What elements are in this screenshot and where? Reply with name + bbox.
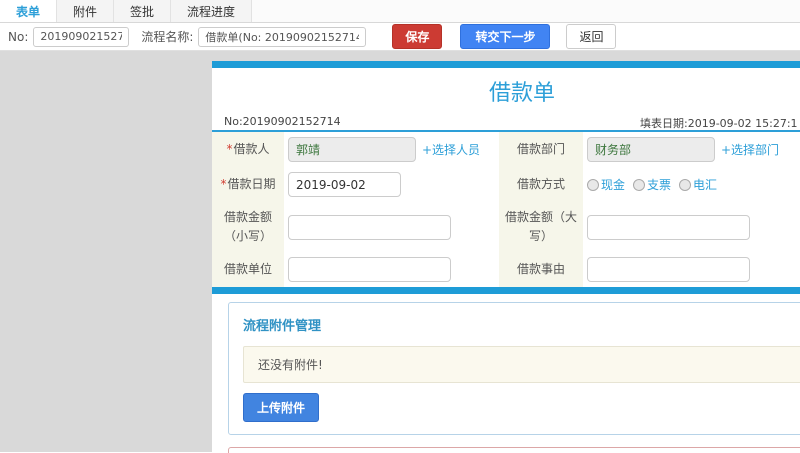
fill-date: 填表日期:2019-09-02 15:27:1: [640, 117, 798, 130]
form-no: No:20190902152714: [224, 115, 341, 128]
label-text: 借款部门: [516, 141, 565, 156]
flow-name-label: 流程名称:: [141, 30, 194, 44]
loan-reason-input[interactable]: [587, 257, 750, 283]
amount-lower-cell: [284, 202, 499, 253]
borrower-label: *借款人: [212, 132, 284, 167]
tab-form[interactable]: 表单: [0, 0, 58, 22]
amount-upper-input[interactable]: [587, 214, 750, 240]
form-panel: 借款单 No:20190902152714 填表日期:2019-09-02 15…: [212, 61, 800, 453]
form-header: No:20190902152714 填表日期:2019-09-02 15:27:…: [212, 112, 800, 132]
loan-date-label: *借款日期: [212, 167, 284, 202]
amount-upper-label: 借款金额（大写）: [499, 202, 583, 253]
attachment-panel: 流程附件管理 还没有附件! 上传附件: [228, 302, 800, 436]
back-button[interactable]: 返回: [566, 24, 617, 49]
radio-option-wire[interactable]: 电汇: [679, 176, 717, 193]
amount-upper-cell: [583, 202, 800, 253]
form-fields: *借款人 +选择人员 借款部门 +选择部门 *借款日期 借款方式: [212, 132, 800, 288]
loan-method-cell: 现金 支票 电汇: [583, 167, 800, 202]
radio-option-check[interactable]: 支票: [633, 176, 671, 193]
page-background: 借款单 No:20190902152714 填表日期:2019-09-02 15…: [0, 51, 800, 453]
label-text: 借款单位: [223, 262, 272, 277]
radio-icon[interactable]: [679, 178, 692, 191]
select-person-link[interactable]: +选择人员: [422, 141, 480, 158]
form-title: 借款单: [488, 81, 555, 106]
radio-label[interactable]: 支票: [647, 176, 671, 193]
department-label: 借款部门: [499, 132, 583, 167]
panel-top-bar: [212, 61, 800, 68]
department-cell: +选择部门: [583, 132, 800, 167]
form-bottom-bar: [212, 287, 800, 295]
loan-unit-label: 借款单位: [212, 252, 284, 288]
save-button[interactable]: 保存: [392, 24, 443, 49]
borrower-cell: +选择人员: [284, 132, 499, 167]
radio-icon[interactable]: [587, 178, 599, 191]
tab-bar: 表单 附件 签批 流程进度: [0, 0, 800, 23]
select-department-link[interactable]: +选择部门: [721, 141, 779, 158]
loan-unit-input[interactable]: [288, 257, 451, 283]
radio-label[interactable]: 电汇: [693, 176, 717, 193]
required-mark: *: [220, 176, 227, 191]
action-toolbar: No: 流程名称: 保存 转交下一步 返回: [0, 23, 800, 51]
label-text: 借款人: [233, 141, 270, 156]
loan-date-cell: [284, 167, 499, 202]
department-input[interactable]: [587, 137, 715, 162]
required-mark: *: [226, 141, 233, 156]
tab-attachment[interactable]: 附件: [57, 0, 115, 22]
loan-reason-cell: [583, 252, 800, 288]
label-text: 借款事由: [516, 262, 565, 277]
radio-label[interactable]: 现金: [601, 176, 625, 193]
tab-progress[interactable]: 流程进度: [171, 0, 253, 22]
radio-option-cash[interactable]: 现金: [587, 176, 625, 193]
approval-panel: 流程签批意见 B I abc ✐ ∞ ∞ ⚑ ≣ ☰ ⇤ ⇥: [228, 447, 800, 453]
attachment-heading: 流程附件管理: [243, 319, 322, 335]
radio-icon[interactable]: [633, 178, 646, 191]
borrower-input[interactable]: [288, 137, 416, 162]
label-text: 借款金额（小写）: [223, 210, 272, 244]
upload-attachment-button[interactable]: 上传附件: [243, 393, 320, 423]
label-text: 借款方式: [516, 176, 565, 191]
label-text: 借款日期: [227, 176, 276, 191]
next-step-button[interactable]: 转交下一步: [460, 24, 551, 49]
amount-lower-input[interactable]: [288, 214, 451, 240]
tab-approval[interactable]: 签批: [114, 0, 172, 22]
loan-date-input[interactable]: [288, 172, 401, 197]
loan-reason-label: 借款事由: [499, 252, 583, 288]
loan-method-label: 借款方式: [499, 167, 583, 202]
no-input[interactable]: [33, 26, 130, 47]
no-attachment-alert: 还没有附件!: [243, 346, 800, 384]
flow-name-input[interactable]: [198, 26, 367, 47]
label-text: 借款金额（大写）: [504, 210, 577, 244]
amount-lower-label: 借款金额（小写）: [212, 202, 284, 253]
loan-unit-cell: [284, 252, 499, 288]
no-label: No:: [8, 29, 29, 44]
